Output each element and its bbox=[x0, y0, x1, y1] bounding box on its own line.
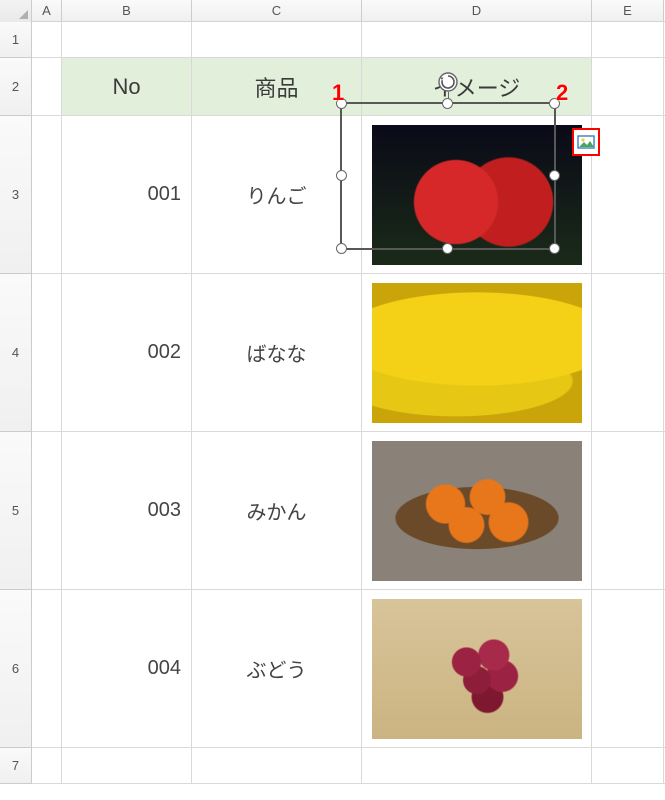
cell-B1[interactable] bbox=[62, 22, 192, 57]
row-header-column: 1 2 3 4 5 6 7 bbox=[0, 22, 32, 784]
table-row: 004 ぶどう bbox=[32, 590, 665, 748]
row-header-2[interactable]: 2 bbox=[0, 58, 32, 116]
row-header-5[interactable]: 5 bbox=[0, 432, 32, 590]
cell-A3[interactable] bbox=[32, 116, 62, 273]
cell-no[interactable]: 004 bbox=[62, 590, 192, 747]
cell-E2[interactable] bbox=[592, 58, 664, 115]
cell-image[interactable] bbox=[362, 116, 592, 273]
row-2: No 商品 イメージ bbox=[32, 58, 665, 116]
col-header-B[interactable]: B bbox=[62, 0, 192, 21]
cell-E5[interactable] bbox=[592, 432, 664, 589]
annotation-callout-2: 2 bbox=[556, 80, 568, 106]
col-header-D[interactable]: D bbox=[362, 0, 592, 21]
cell-no[interactable]: 002 bbox=[62, 274, 192, 431]
cell-C1[interactable] bbox=[192, 22, 362, 57]
header-no[interactable]: No bbox=[62, 58, 192, 115]
grape-image[interactable] bbox=[372, 599, 582, 739]
row-1 bbox=[32, 22, 665, 58]
cell-A7[interactable] bbox=[32, 748, 62, 783]
table-row: 003 みかん bbox=[32, 432, 665, 590]
banana-image[interactable] bbox=[372, 283, 582, 423]
cell-E4[interactable] bbox=[592, 274, 664, 431]
cell-product[interactable]: りんご bbox=[192, 116, 362, 273]
cell-image[interactable] bbox=[362, 590, 592, 747]
cell-image[interactable] bbox=[362, 432, 592, 589]
cell-A1[interactable] bbox=[32, 22, 62, 57]
cell-A4[interactable] bbox=[32, 274, 62, 431]
select-all-corner[interactable] bbox=[0, 0, 32, 22]
cell-product[interactable]: ばなな bbox=[192, 274, 362, 431]
annotation-callout-1: 1 bbox=[332, 80, 344, 106]
row-header-1[interactable]: 1 bbox=[0, 22, 32, 58]
cell-A6[interactable] bbox=[32, 590, 62, 747]
cell-E1[interactable] bbox=[592, 22, 664, 57]
cell-E3[interactable] bbox=[592, 116, 664, 273]
row-header-6[interactable]: 6 bbox=[0, 590, 32, 748]
cell-E6[interactable] bbox=[592, 590, 664, 747]
row-header-4[interactable]: 4 bbox=[0, 274, 32, 432]
col-header-E[interactable]: E bbox=[592, 0, 664, 21]
cell-E7[interactable] bbox=[592, 748, 664, 783]
cell-D1[interactable] bbox=[362, 22, 592, 57]
cell-B7[interactable] bbox=[62, 748, 192, 783]
picture-format-options-button[interactable] bbox=[572, 128, 600, 156]
column-header-row: A B C D E bbox=[0, 0, 665, 22]
apple-image[interactable] bbox=[372, 125, 582, 265]
cell-no[interactable]: 001 bbox=[62, 116, 192, 273]
col-header-C[interactable]: C bbox=[192, 0, 362, 21]
cell-product[interactable]: みかん bbox=[192, 432, 362, 589]
cell-image[interactable] bbox=[362, 274, 592, 431]
row-header-7[interactable]: 7 bbox=[0, 748, 32, 784]
cell-no[interactable]: 003 bbox=[62, 432, 192, 589]
cell-A5[interactable] bbox=[32, 432, 62, 589]
cell-A2[interactable] bbox=[32, 58, 62, 115]
col-header-A[interactable]: A bbox=[32, 0, 62, 21]
cell-D7[interactable] bbox=[362, 748, 592, 783]
picture-format-icon bbox=[577, 133, 595, 151]
orange-image[interactable] bbox=[372, 441, 582, 581]
spreadsheet-grid[interactable]: A B C D E 1 2 3 4 5 6 7 bbox=[0, 0, 665, 784]
cell-product[interactable]: ぶどう bbox=[192, 590, 362, 747]
table-row: 002 ばなな bbox=[32, 274, 665, 432]
row-7 bbox=[32, 748, 665, 784]
table-row: 001 りんご bbox=[32, 116, 665, 274]
cell-C7[interactable] bbox=[192, 748, 362, 783]
row-header-3[interactable]: 3 bbox=[0, 116, 32, 274]
cells-area[interactable]: No 商品 イメージ 001 りんご 002 ばなな bbox=[32, 22, 665, 784]
